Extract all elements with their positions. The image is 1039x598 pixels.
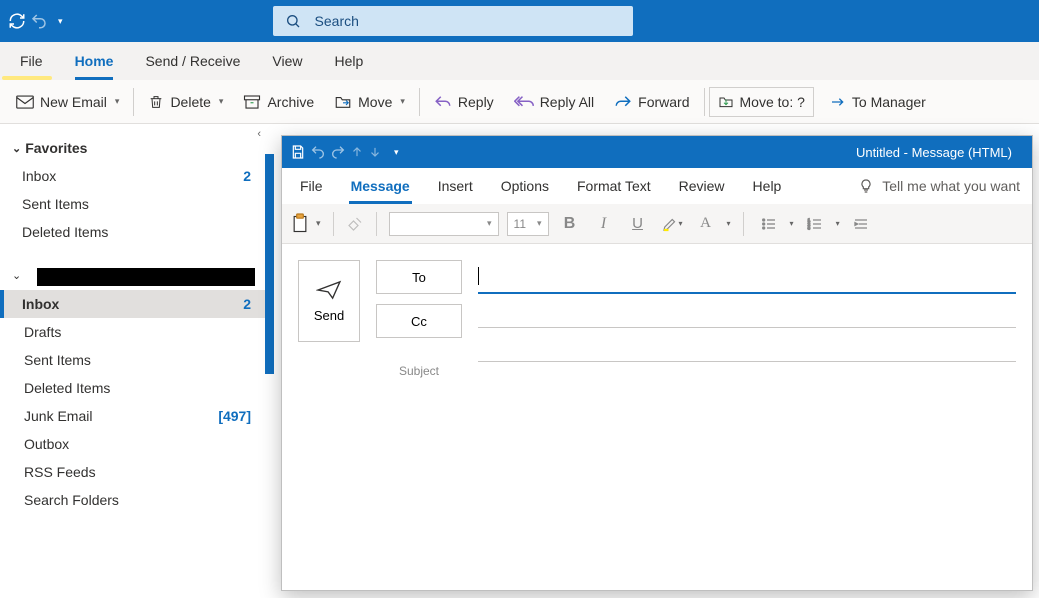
forward-button[interactable]: Forward bbox=[604, 80, 699, 123]
svg-text:3: 3 bbox=[807, 225, 810, 230]
compose-body: Send To Cc Subject bbox=[282, 244, 1032, 590]
italic-button[interactable]: I bbox=[591, 211, 617, 237]
highlight-button[interactable]: ▾ bbox=[659, 211, 685, 237]
reply-all-button[interactable]: Reply All bbox=[504, 80, 604, 123]
undo-icon[interactable] bbox=[30, 12, 48, 30]
compose-tab-format[interactable]: Format Text bbox=[563, 168, 665, 204]
delete-button[interactable]: Delete▾ bbox=[138, 80, 233, 123]
message-list-selection bbox=[265, 154, 274, 374]
acct-outbox[interactable]: Outbox bbox=[0, 430, 265, 458]
cc-field[interactable] bbox=[478, 294, 1016, 328]
tab-home[interactable]: Home bbox=[59, 42, 130, 80]
move-button[interactable]: Move▾ bbox=[324, 80, 415, 123]
archive-button[interactable]: Archive bbox=[233, 80, 324, 123]
move-icon bbox=[334, 94, 352, 110]
compose-tab-options[interactable]: Options bbox=[487, 168, 563, 204]
chevron-down-icon[interactable]: ▾ bbox=[727, 219, 731, 228]
up-arrow-icon[interactable] bbox=[350, 145, 364, 159]
highlight-mark bbox=[2, 76, 52, 80]
acct-search-folders[interactable]: Search Folders bbox=[0, 486, 265, 514]
acct-deleted[interactable]: Deleted Items bbox=[0, 374, 265, 402]
font-family-input[interactable]: ▾ bbox=[389, 212, 499, 236]
compose-titlebar: ▾ Untitled - Message (HTML) bbox=[282, 136, 1032, 168]
reply-all-icon bbox=[514, 95, 534, 109]
cc-button[interactable]: Cc bbox=[376, 304, 462, 338]
qat-customize-icon[interactable]: ▾ bbox=[394, 147, 399, 158]
compose-tab-review[interactable]: Review bbox=[665, 168, 739, 204]
bold-button[interactable]: B bbox=[557, 211, 583, 237]
tab-send-receive[interactable]: Send / Receive bbox=[129, 42, 256, 80]
fav-inbox[interactable]: Inbox 2 bbox=[0, 162, 265, 190]
chevron-down-icon[interactable]: ⌄ bbox=[12, 269, 21, 282]
acct-rss[interactable]: RSS Feeds bbox=[0, 458, 265, 486]
compose-ribbon: ▾ ▾ 11▾ B I U ▾ A ▾ ▾ 123 ▾ bbox=[282, 204, 1032, 244]
compose-tab-file[interactable]: File bbox=[286, 168, 337, 204]
fav-deleted[interactable]: Deleted Items bbox=[0, 218, 265, 246]
chevron-down-icon[interactable]: ▾ bbox=[316, 218, 321, 229]
favorites-header[interactable]: ⌄ Favorites bbox=[0, 130, 265, 162]
chevron-down-icon: ⌄ bbox=[12, 142, 21, 155]
indent-button[interactable] bbox=[848, 211, 874, 237]
redo-icon[interactable] bbox=[330, 144, 346, 160]
down-arrow-icon[interactable] bbox=[368, 145, 382, 159]
titlebar: ▾ Search bbox=[0, 0, 1039, 42]
subject-label: Subject bbox=[376, 364, 462, 378]
to-button[interactable]: To bbox=[376, 260, 462, 294]
sync-icon[interactable] bbox=[8, 12, 26, 30]
tab-help[interactable]: Help bbox=[319, 42, 380, 80]
new-email-button[interactable]: New Email▾ bbox=[6, 80, 129, 123]
compose-title-text: Untitled - Message (HTML) bbox=[856, 145, 1012, 160]
compose-qat: ▾ bbox=[282, 144, 407, 160]
acct-inbox[interactable]: Inbox 2 bbox=[0, 290, 265, 318]
underline-button[interactable]: U bbox=[625, 211, 651, 237]
tab-view[interactable]: View bbox=[256, 42, 318, 80]
compose-tab-message[interactable]: Message bbox=[337, 168, 424, 204]
tab-file[interactable]: File bbox=[4, 42, 59, 80]
search-input[interactable]: Search bbox=[273, 6, 633, 36]
compose-window: ▾ Untitled - Message (HTML) File Message… bbox=[281, 135, 1033, 591]
qat-customize-icon[interactable]: ▾ bbox=[58, 16, 63, 27]
move-to-gallery[interactable]: Move to: ? bbox=[709, 87, 814, 117]
quick-access-toolbar: ▾ bbox=[8, 12, 63, 30]
to-manager-button[interactable]: To Manager bbox=[820, 80, 936, 123]
send-icon bbox=[316, 280, 342, 300]
to-field[interactable] bbox=[478, 260, 1016, 294]
fav-sent[interactable]: Sent Items bbox=[0, 190, 265, 218]
move-to-icon bbox=[718, 95, 734, 109]
account-name-redacted[interactable] bbox=[37, 268, 255, 286]
font-color-button[interactable]: A bbox=[693, 211, 719, 237]
reply-button[interactable]: Reply bbox=[424, 80, 504, 123]
acct-junk[interactable]: Junk Email [497] bbox=[0, 402, 265, 430]
tell-me-input[interactable]: Tell me what you want bbox=[858, 178, 1028, 194]
collapse-sidebar-icon[interactable]: ‹ bbox=[257, 128, 261, 140]
folder-pane: ‹ ⌄ Favorites Inbox 2 Sent Items Deleted… bbox=[0, 124, 265, 514]
main-tabs: File Home Send / Receive View Help bbox=[0, 42, 1039, 80]
mail-icon bbox=[16, 95, 34, 109]
ribbon: New Email▾ Delete▾ Archive Move▾ Reply R… bbox=[0, 80, 1039, 124]
chevron-down-icon[interactable]: ▾ bbox=[836, 219, 840, 228]
compose-tabs: File Message Insert Options Format Text … bbox=[282, 168, 1032, 204]
numbering-button[interactable]: 123 bbox=[802, 211, 828, 237]
forward-icon bbox=[614, 95, 632, 109]
compose-tab-help[interactable]: Help bbox=[739, 168, 796, 204]
acct-sent[interactable]: Sent Items bbox=[0, 346, 265, 374]
save-icon[interactable] bbox=[290, 144, 306, 160]
reply-icon bbox=[434, 95, 452, 109]
forward-arrow-icon bbox=[830, 96, 846, 108]
trash-icon bbox=[148, 93, 164, 111]
undo-icon[interactable] bbox=[310, 144, 326, 160]
acct-drafts[interactable]: Drafts bbox=[0, 318, 265, 346]
chevron-down-icon[interactable]: ▾ bbox=[790, 219, 794, 228]
send-button[interactable]: Send bbox=[298, 260, 360, 342]
paste-icon[interactable] bbox=[290, 213, 310, 235]
font-size-input[interactable]: 11▾ bbox=[507, 212, 549, 236]
lightbulb-icon bbox=[858, 178, 874, 194]
search-placeholder: Search bbox=[315, 13, 359, 29]
compose-tab-insert[interactable]: Insert bbox=[424, 168, 487, 204]
archive-icon bbox=[243, 94, 261, 110]
bullets-button[interactable] bbox=[756, 211, 782, 237]
subject-field[interactable] bbox=[478, 328, 1016, 362]
format-painter-icon[interactable] bbox=[346, 215, 364, 233]
